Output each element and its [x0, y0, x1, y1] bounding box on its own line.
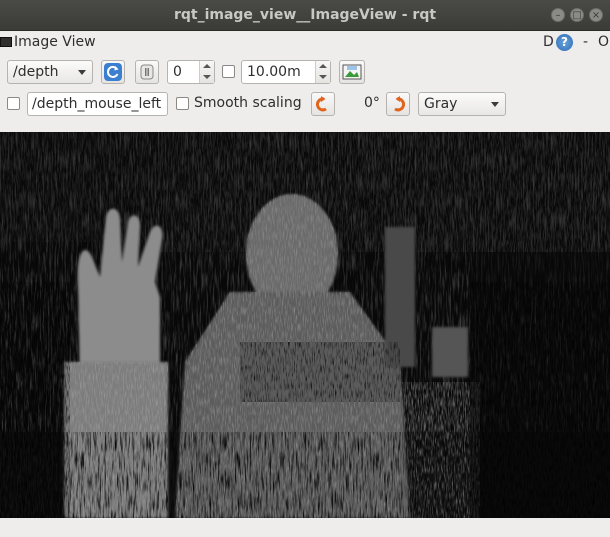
max-range-spinbox[interactable]: 10.00m	[241, 60, 331, 84]
numeric-spinbox[interactable]: 0	[167, 60, 215, 84]
max-range-checkbox[interactable]	[222, 65, 235, 78]
chevron-down-icon	[491, 102, 499, 107]
maximize-icon[interactable]: □	[570, 8, 584, 22]
numeric-spinbox-value: 0	[173, 64, 182, 80]
colormap-combo[interactable]: Gray	[418, 92, 506, 116]
spin-up-icon[interactable]	[203, 64, 211, 68]
spin-down-icon[interactable]	[319, 75, 327, 79]
mouse-topic-input[interactable]: /depth_mouse_left	[27, 92, 168, 116]
rotate-right-icon	[394, 96, 405, 112]
rotate-left-icon	[316, 96, 327, 112]
depth-image[interactable]	[0, 132, 610, 518]
topic-combo[interactable]: /depth	[7, 60, 93, 84]
rotate-left-button[interactable]	[311, 92, 335, 116]
save-image-icon	[342, 64, 362, 80]
pause-button[interactable]	[135, 60, 159, 84]
window-titlebar[interactable]: rqt_image_view__ImageView - rqt – □ ×	[0, 0, 610, 31]
rotation-value: 0°	[364, 95, 380, 111]
spin-down-icon[interactable]	[203, 75, 211, 79]
window-title: rqt_image_view__ImageView - rqt	[173, 7, 437, 23]
dock-title: Image View	[14, 34, 96, 50]
spin-up-icon[interactable]	[319, 64, 327, 68]
refresh-button[interactable]	[101, 60, 125, 84]
smooth-scaling-label[interactable]: Smooth scaling	[194, 95, 302, 111]
image-viewport[interactable]	[0, 132, 610, 518]
refresh-icon	[104, 63, 122, 81]
spinbox-buttons[interactable]	[199, 61, 214, 83]
spinbox-buttons[interactable]	[315, 61, 330, 83]
dock-window-icon	[0, 37, 12, 47]
topic-combo-value: /depth	[13, 64, 59, 80]
close-icon[interactable]: ×	[589, 8, 603, 22]
smooth-scaling-checkbox[interactable]	[176, 97, 189, 110]
pause-icon	[140, 64, 154, 80]
mouse-publish-checkbox[interactable]	[7, 97, 20, 110]
status-bar	[0, 518, 610, 537]
chevron-down-icon	[78, 70, 86, 75]
dock-minimize-label[interactable]: -	[583, 34, 588, 50]
minimize-icon[interactable]: –	[551, 8, 565, 22]
colormap-combo-value: Gray	[424, 96, 458, 112]
save-image-button[interactable]	[339, 60, 365, 84]
dock-float-label[interactable]: O	[598, 34, 609, 50]
rotate-right-button[interactable]	[386, 92, 410, 116]
mouse-topic-value: /depth_mouse_left	[32, 96, 162, 112]
help-icon[interactable]: ?	[556, 34, 573, 51]
max-range-value: 10.00m	[247, 64, 301, 80]
dock-d-label[interactable]: D	[543, 34, 554, 50]
